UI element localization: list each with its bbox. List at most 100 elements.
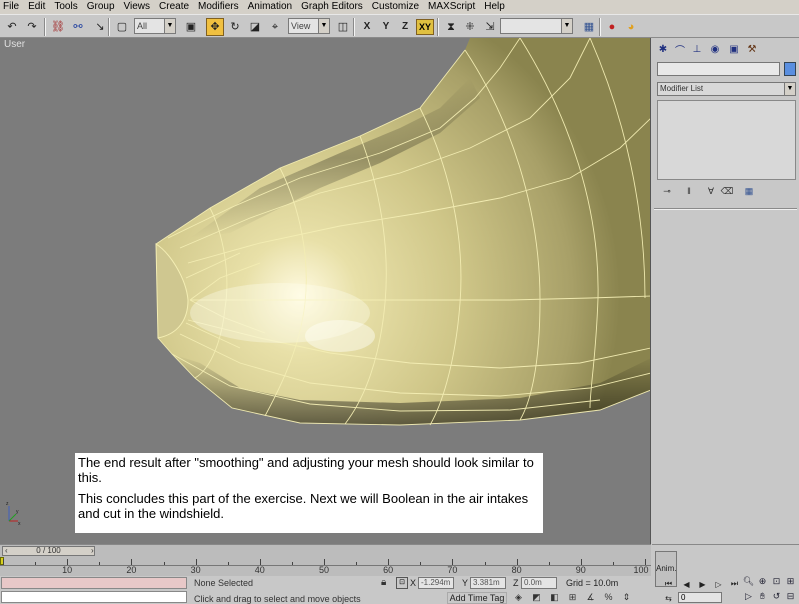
shade-selected-icon[interactable]: ◧	[548, 591, 561, 603]
zoom-all-icon[interactable]: ⊕	[756, 575, 769, 587]
named-selection-dropdown[interactable]: ▼	[500, 18, 573, 34]
hierarchy-tab-icon[interactable]: ⊥	[690, 42, 704, 56]
select-and-rotate-icon[interactable]: ↻	[226, 18, 244, 36]
unlink-selection-icon[interactable]: ⚯	[69, 18, 87, 36]
restrict-z-icon[interactable]: Z	[396, 18, 414, 36]
menu-help[interactable]: Help	[484, 1, 505, 13]
menu-modifiers[interactable]: Modifiers	[198, 1, 239, 13]
previous-frame-icon[interactable]: ◀	[680, 578, 693, 590]
reference-coordinate-dropdown[interactable]: View ▼	[288, 18, 330, 34]
select-manipulate-icon[interactable]: ⌖	[266, 18, 284, 36]
menu-animation[interactable]: Animation	[248, 1, 292, 13]
display-tab-icon[interactable]: ▣	[727, 42, 741, 56]
menu-customize[interactable]: Customize	[372, 1, 419, 13]
key-mode-icon[interactable]: ⇆	[662, 592, 675, 604]
viewport-box-icon[interactable]: ◈	[512, 591, 525, 603]
remove-modifier-icon[interactable]: ⌫	[720, 184, 734, 198]
mirror-icon[interactable]: ⧗	[442, 18, 460, 36]
maxscript-input-mini[interactable]	[1, 591, 187, 603]
tutorial-caption: The end result after "smoothing" and adj…	[75, 453, 543, 533]
z-coord-field[interactable]: 0.0m	[521, 577, 557, 589]
menu-edit[interactable]: Edit	[28, 1, 45, 13]
snap-toggle-icon[interactable]: ⊞	[566, 591, 579, 603]
restrict-y-icon[interactable]: Y	[377, 18, 395, 36]
select-and-scale-icon[interactable]: ◪	[246, 18, 264, 36]
make-unique-icon[interactable]: ∀	[704, 184, 718, 198]
modifier-stack-list[interactable]	[657, 100, 796, 180]
menu-maxscript[interactable]: MAXScript	[428, 1, 475, 13]
track-tick-label: 100	[633, 565, 649, 575]
viewport-label[interactable]: User	[4, 39, 25, 50]
add-time-tag-button[interactable]: Add Time Tag	[447, 592, 507, 604]
degradation-override-icon[interactable]: ◩	[530, 591, 543, 603]
undo-icon[interactable]: ↶	[3, 18, 21, 36]
chevron-right-icon[interactable]: ›	[91, 547, 94, 555]
maxscript-listener-mini[interactable]	[1, 577, 187, 589]
pan-icon[interactable]: ✋︎	[756, 590, 769, 602]
go-to-end-icon[interactable]: ⏭︎	[728, 578, 741, 590]
restrict-xy-button[interactable]: XY	[416, 19, 434, 35]
restrict-x-icon[interactable]: X	[358, 18, 376, 36]
chevron-down-icon: ▼	[318, 19, 329, 33]
motion-tab-icon[interactable]: ◉	[708, 42, 722, 56]
current-frame-field[interactable]: 0	[678, 592, 722, 603]
modifier-list-dropdown[interactable]: Modifier List ▼	[657, 82, 796, 96]
maximize-viewport-icon[interactable]: ⊟	[784, 590, 797, 602]
pin-stack-icon[interactable]: ⊸	[660, 184, 674, 198]
y-coord-field[interactable]: 3.381m	[470, 577, 506, 589]
menu-file[interactable]: File	[3, 1, 19, 13]
select-and-link-icon[interactable]: ⛓	[49, 18, 67, 36]
create-tab-icon[interactable]: ✱	[656, 42, 670, 56]
go-to-start-icon[interactable]: ⏮︎	[662, 578, 675, 590]
field-of-view-icon[interactable]: ▷	[742, 590, 755, 602]
toolbar-separator	[599, 18, 601, 36]
array-icon[interactable]: ⁜	[461, 18, 479, 36]
material-editor-icon[interactable]: ●	[603, 18, 621, 36]
layer-manager-icon[interactable]: ▦	[580, 18, 598, 36]
time-slider-thumb[interactable]: ‹ 0 / 100 ›	[2, 546, 95, 556]
menu-create[interactable]: Create	[159, 1, 189, 13]
percent-snap-icon[interactable]: %	[602, 591, 615, 603]
frame-display: 0 / 100	[36, 546, 61, 555]
zoom-extents-icon[interactable]: ⊡	[770, 575, 783, 587]
selection-filter-dropdown[interactable]: All ▼	[134, 18, 176, 34]
x-coord-field[interactable]: -1.294m	[418, 577, 454, 589]
lock-selection-icon[interactable]: 🔒︎	[381, 577, 386, 588]
spinner-snap-icon[interactable]: ⇕	[620, 591, 633, 603]
align-icon[interactable]: ⇲	[481, 18, 499, 36]
zoom-extents-all-icon[interactable]: ⊞	[784, 575, 797, 587]
play-icon[interactable]: ▶	[696, 578, 709, 590]
menu-views[interactable]: Views	[124, 1, 151, 13]
select-object-icon[interactable]: ▣	[182, 18, 200, 36]
next-frame-icon[interactable]: ▷	[712, 578, 725, 590]
track-tick	[291, 562, 293, 565]
bind-space-warp-icon[interactable]: ↘	[91, 18, 109, 36]
show-end-result-icon[interactable]: ‖	[682, 184, 696, 198]
object-color-swatch[interactable]	[784, 62, 796, 76]
chevron-left-icon[interactable]: ‹	[5, 547, 8, 555]
time-slider[interactable]: ‹ 0 / 100 ›	[0, 544, 651, 556]
selection-status: None Selected	[194, 578, 254, 588]
track-bar[interactable]: 10 20 30 40 50 60 70 80 90 100	[0, 556, 651, 576]
render-scene-icon[interactable]: ◕	[622, 18, 640, 36]
track-tick	[35, 562, 37, 565]
track-tick-label: 20	[126, 565, 137, 575]
select-and-move-icon[interactable]: ✥	[206, 18, 224, 36]
arc-rotate-icon[interactable]: ↺	[770, 590, 783, 602]
menu-tools[interactable]: Tools	[54, 1, 77, 13]
redo-icon[interactable]: ↷	[23, 18, 41, 36]
menu-graph-editors[interactable]: Graph Editors	[301, 1, 363, 13]
absolute-mode-icon[interactable]: ⊡	[396, 577, 408, 589]
menu-group[interactable]: Group	[87, 1, 115, 13]
pivot-center-icon[interactable]: ◫	[334, 18, 352, 36]
angle-snap-icon[interactable]: ∡	[584, 591, 597, 603]
utilities-tab-icon[interactable]: ⚒	[745, 42, 759, 56]
chevron-down-icon: ▼	[784, 83, 795, 95]
configure-sets-icon[interactable]: ▦	[742, 184, 756, 198]
viewport-user[interactable]: User z x y The end result after "smoothi…	[0, 38, 651, 544]
zoom-icon[interactable]: 🔍︎	[742, 575, 755, 587]
select-region-icon[interactable]: ▢	[113, 18, 131, 36]
animation-controls: Anim. ⏮︎ ◀ ▶ ▷ ⏭︎ ⇆ 0 🔍︎ ⊕ ⊡ ⊞ ▷ ✋︎ ↺ ⊟	[652, 544, 799, 604]
object-name-field[interactable]	[657, 62, 780, 76]
modify-tab-icon[interactable]: ⌒	[673, 42, 687, 57]
